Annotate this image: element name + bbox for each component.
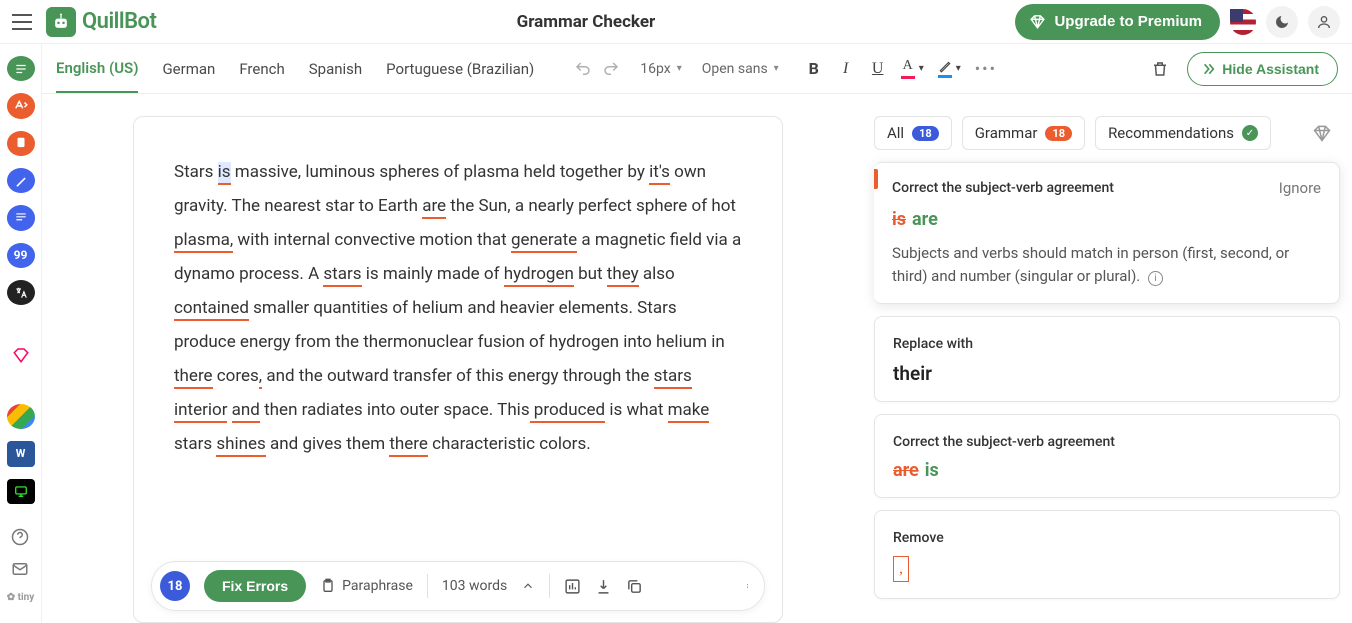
trash-icon	[1151, 60, 1169, 78]
assistant-panel: All 18 Grammar 18 Recommendations ✓	[874, 94, 1352, 623]
rail-item-plagiarism[interactable]	[7, 131, 35, 156]
diamond-icon	[1029, 13, 1046, 30]
page-title: Grammar Checker	[156, 12, 1015, 32]
document-card[interactable]: Stars is massive, luminous spheres of pl…	[133, 116, 783, 623]
rail-item-citation[interactable]: 99	[7, 243, 35, 268]
hide-assistant-button[interactable]: Hide Assistant	[1187, 52, 1338, 86]
rail-item-premium[interactable]	[7, 342, 35, 367]
replace-value: their	[893, 362, 1321, 385]
rail-item-chrome[interactable]	[7, 404, 35, 429]
fix-errors-button[interactable]: Fix Errors	[204, 570, 306, 602]
kebab-icon[interactable]	[745, 577, 750, 595]
chevron-up-icon[interactable]	[521, 579, 535, 593]
highlight-color-button[interactable]: ▾	[938, 59, 961, 78]
italic-button[interactable]: I	[837, 60, 855, 78]
more-formatting-button[interactable]: •••	[975, 59, 997, 78]
word-count: 103 words	[442, 578, 507, 594]
tiny-attribution: ✿ tiny	[7, 592, 35, 603]
chevron-down-icon: ▾	[677, 63, 682, 74]
rail-item-macos[interactable]	[7, 479, 35, 504]
assist-tab-all[interactable]: All 18	[874, 116, 952, 150]
card-description: Subjects and verbs should match in perso…	[892, 242, 1321, 287]
upgrade-button[interactable]: Upgrade to Premium	[1015, 4, 1220, 40]
premium-suggestions-icon[interactable]	[1312, 123, 1340, 143]
card-title: Correct the subject-verb agreement	[892, 180, 1114, 196]
clear-editor-button[interactable]	[1151, 60, 1169, 78]
suggestion-card[interactable]: Correct the subject-verb agreement areis	[874, 414, 1340, 498]
redo-icon[interactable]	[602, 60, 620, 78]
font-size-select[interactable]: 16px▾	[640, 61, 681, 77]
correction-text: isare	[892, 209, 1321, 230]
rail-item-grammar[interactable]	[7, 93, 35, 118]
lang-tab-en-us[interactable]: English (US)	[56, 45, 138, 93]
lang-tab-de[interactable]: German	[162, 46, 215, 92]
lang-tab-pt-br[interactable]: Portuguese (Brazilian)	[386, 46, 534, 92]
chevron-right-double-icon	[1200, 61, 1216, 77]
chevron-down-icon: ▾	[956, 63, 961, 74]
card-title: Correct the subject-verb agreement	[893, 434, 1115, 450]
rail-item-summarizer[interactable]	[7, 205, 35, 230]
card-title: Remove	[893, 530, 944, 546]
help-icon[interactable]	[11, 528, 29, 546]
logo-icon	[46, 7, 76, 37]
bold-button[interactable]: B	[805, 59, 823, 78]
editor-area: Stars is massive, luminous spheres of pl…	[42, 94, 874, 623]
person-icon	[1316, 14, 1332, 30]
editor-toolbar: English (US) German French Spanish Portu…	[42, 44, 1352, 94]
font-family-select[interactable]: Open sans▾	[702, 61, 779, 77]
paraphrase-button[interactable]: Paraphrase	[320, 578, 413, 594]
correction-text: areis	[893, 460, 1321, 481]
chevron-down-icon: ▾	[919, 63, 924, 74]
ignore-button[interactable]: Ignore	[1279, 179, 1321, 197]
stats-icon[interactable]	[564, 578, 581, 595]
document-text[interactable]: Stars is massive, luminous spheres of pl…	[174, 155, 742, 461]
brand-name: QuillBot	[82, 9, 156, 34]
assist-tab-grammar[interactable]: Grammar 18	[962, 116, 1085, 150]
assist-tab-recs[interactable]: Recommendations ✓	[1095, 116, 1271, 150]
account-button[interactable]	[1308, 6, 1340, 38]
highlighter-icon	[938, 59, 952, 73]
suggestion-card[interactable]: Remove ,	[874, 510, 1340, 599]
download-icon[interactable]	[595, 578, 612, 595]
chevron-down-icon: ▾	[774, 63, 779, 74]
remove-value: ,	[893, 556, 909, 582]
locale-flag-icon[interactable]	[1230, 9, 1256, 35]
lang-tab-es[interactable]: Spanish	[309, 46, 362, 92]
editor-footer: 18 Fix Errors Paraphrase 103 words	[151, 561, 765, 611]
rail-item-word[interactable]: W	[7, 441, 35, 466]
paste-icon	[320, 578, 336, 594]
language-tabs: English (US) German French Spanish Portu…	[56, 45, 534, 93]
text-color-button[interactable]: A ▾	[901, 58, 924, 79]
rail-item-paraphraser[interactable]	[7, 56, 35, 81]
suggestion-card[interactable]: Replace with their	[874, 316, 1340, 402]
copy-icon[interactable]	[626, 578, 643, 595]
error-count-badge[interactable]: 18	[160, 571, 190, 601]
rail-item-translator[interactable]	[7, 280, 35, 305]
side-rail: 99 W ✿ tiny	[0, 44, 42, 623]
underline-button[interactable]: U	[869, 60, 887, 78]
moon-icon	[1274, 14, 1290, 30]
card-title: Replace with	[893, 336, 973, 352]
suggestion-card[interactable]: Correct the subject-verb agreement Ignor…	[874, 162, 1340, 304]
lang-tab-fr[interactable]: French	[239, 46, 284, 92]
mail-icon[interactable]	[11, 560, 29, 578]
undo-icon[interactable]	[574, 60, 592, 78]
info-icon[interactable]: i	[1148, 271, 1163, 286]
hamburger-menu[interactable]	[12, 14, 32, 30]
rail-item-cowriter[interactable]	[7, 168, 35, 193]
check-icon: ✓	[1242, 125, 1258, 141]
theme-toggle[interactable]	[1266, 6, 1298, 38]
brand-logo[interactable]: QuillBot	[46, 7, 156, 37]
